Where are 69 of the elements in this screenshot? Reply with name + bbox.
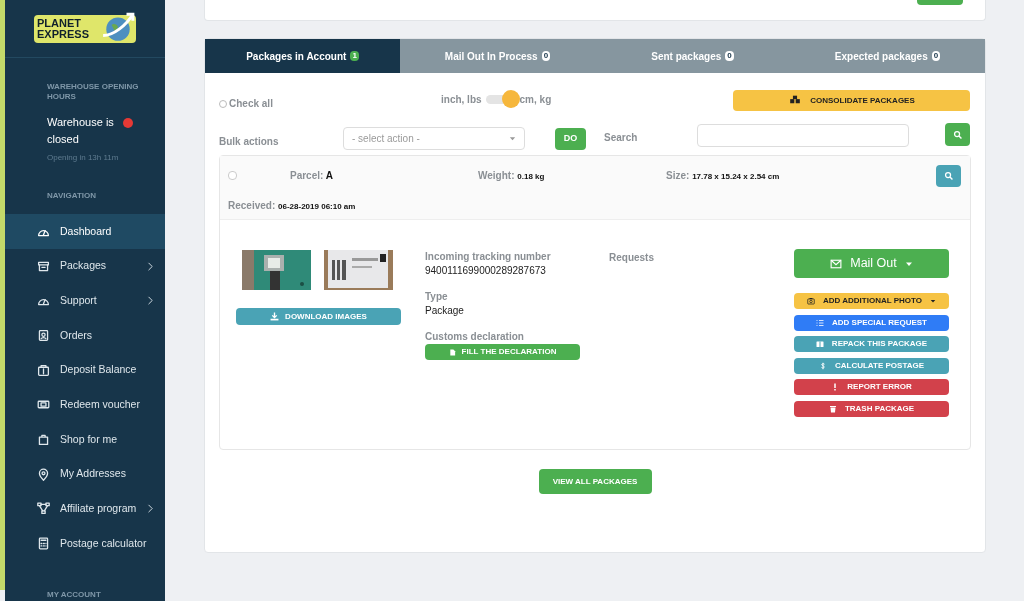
map-pin-icon bbox=[37, 467, 50, 481]
calculator-icon bbox=[37, 537, 50, 551]
camera-icon bbox=[807, 297, 815, 305]
nav-item[interactable]: Affiliate program bbox=[5, 491, 165, 527]
count-badge: 0 bbox=[725, 51, 734, 61]
nav-item[interactable]: Dashboard bbox=[5, 214, 165, 249]
download-icon bbox=[270, 312, 280, 321]
consolidate-button[interactable]: CONSOLIDATE PACKAGES bbox=[733, 90, 970, 111]
field-text: Weight: 0.18 kg bbox=[478, 169, 545, 183]
trash-icon bbox=[828, 404, 837, 413]
unit-toggle[interactable] bbox=[485, 90, 520, 108]
nav-item[interactable]: Packages bbox=[5, 248, 165, 284]
search-icon bbox=[943, 171, 954, 181]
field-label: Requests bbox=[609, 251, 654, 265]
section-heading: WAREHOUSE OPENING HOURS bbox=[47, 82, 140, 103]
search-field[interactable] bbox=[697, 124, 909, 147]
tab[interactable]: Packages in Account 1 bbox=[205, 39, 400, 73]
box-icon bbox=[815, 340, 824, 348]
field-text: Received: 06-28-2019 06:10 am bbox=[228, 199, 356, 213]
section-heading: MY ACCOUNT bbox=[46, 589, 102, 601]
button-edge[interactable] bbox=[917, 0, 963, 5]
tab[interactable]: Expected packages 0 bbox=[790, 39, 985, 73]
nav-item[interactable]: Shop for me bbox=[5, 422, 165, 457]
archive-box-icon bbox=[37, 259, 50, 273]
contact-card-icon bbox=[37, 329, 50, 343]
network-icon bbox=[37, 502, 50, 516]
unit-label: cm, kg bbox=[519, 92, 552, 107]
warehouse-status: Warehouse is closed bbox=[47, 115, 115, 148]
logo[interactable]: PLANET EXPRESS bbox=[34, 14, 136, 43]
document-icon bbox=[448, 347, 456, 357]
search-button[interactable] bbox=[936, 165, 961, 187]
count-badge: 1 bbox=[350, 51, 359, 61]
search-icon bbox=[952, 129, 963, 140]
list-icon bbox=[816, 318, 824, 327]
boxes-icon bbox=[788, 95, 803, 106]
caret-down-icon bbox=[509, 135, 516, 142]
shopping-bag-icon bbox=[37, 433, 50, 447]
field-text: Parcel: A bbox=[290, 169, 333, 183]
field-value: Package bbox=[425, 304, 465, 318]
count-badge: 0 bbox=[541, 51, 551, 61]
search-button[interactable] bbox=[945, 123, 970, 146]
tab[interactable]: Mail Out In Process 0 bbox=[400, 39, 595, 73]
field-label: Bulk actions bbox=[219, 135, 279, 149]
nav-item[interactable]: My Addresses bbox=[5, 456, 165, 492]
dollar-icon bbox=[818, 361, 827, 370]
field-label: Type bbox=[425, 290, 449, 303]
section-heading: NAVIGATION bbox=[47, 190, 98, 203]
nav-item[interactable]: Orders bbox=[5, 318, 165, 353]
money-box-icon bbox=[37, 363, 50, 377]
action-button[interactable]: ADD SPECIAL REQUEST bbox=[794, 314, 949, 331]
field-value: 9400111699000289287673 bbox=[425, 264, 547, 278]
nav-item[interactable]: Deposit Balance bbox=[5, 352, 165, 388]
unit-label: inch, lbs bbox=[441, 92, 482, 107]
action-button[interactable]: REPORT ERROR bbox=[794, 379, 949, 395]
nav-item[interactable]: Postage calculator bbox=[5, 526, 165, 561]
checkbox[interactable] bbox=[228, 171, 237, 180]
field-label: Search bbox=[604, 131, 638, 145]
tab[interactable]: Sent packages 0 bbox=[595, 39, 790, 73]
action-button[interactable]: TRASH PACKAGE bbox=[794, 400, 949, 417]
nav-item[interactable]: Redeem voucher bbox=[5, 387, 165, 423]
logo-text: PLANET bbox=[37, 17, 82, 29]
field-label: Incoming tracking number bbox=[425, 250, 552, 263]
nav-item[interactable]: Support bbox=[5, 283, 165, 319]
logo-text: EXPRESS bbox=[37, 28, 90, 40]
field-label: Customs declaration bbox=[425, 330, 525, 343]
envelope-icon bbox=[830, 257, 843, 270]
field-text: Size: 17.78 x 15.24 x 2.54 cm bbox=[666, 169, 780, 183]
action-button[interactable]: ADD ADDITIONAL PHOTO bbox=[794, 293, 949, 309]
count-badge: 0 bbox=[931, 51, 941, 61]
